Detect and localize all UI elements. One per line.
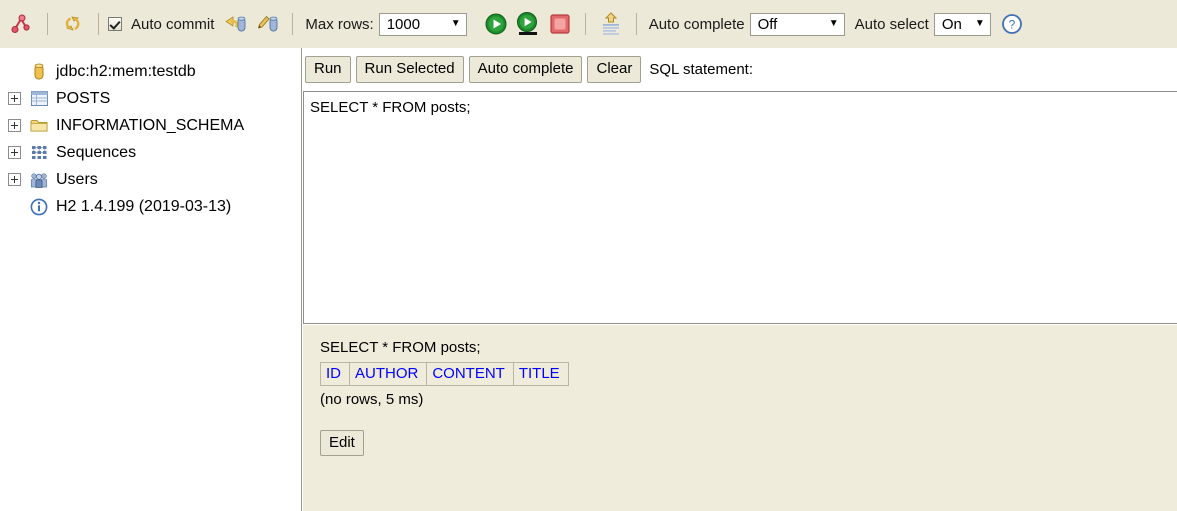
sidebar-item-information-schema[interactable]: INFORMATION_SCHEMA: [8, 112, 301, 139]
toolbar-separator: [635, 13, 637, 35]
help-icon[interactable]: ?: [999, 11, 1025, 37]
toolbar-separator: [292, 13, 294, 35]
column-header-id[interactable]: ID: [320, 362, 350, 386]
run-selected-button[interactable]: Run Selected: [355, 56, 464, 83]
table-header-row: ID AUTHOR CONTENT TITLE: [320, 362, 569, 386]
auto-complete-button[interactable]: Auto complete: [468, 56, 583, 83]
database-icon: [30, 63, 48, 81]
sql-statement-label: SQL statement:: [649, 61, 754, 78]
sidebar-item-label: POSTS: [56, 89, 111, 107]
users-icon: [30, 171, 48, 189]
svg-text:?: ?: [1008, 18, 1015, 32]
commit-icon[interactable]: [254, 11, 280, 37]
toolbar-separator: [98, 13, 99, 35]
database-tree-panel: jdbc:h2:mem:testdb POSTS INFORMATION_SCH…: [0, 48, 302, 511]
sidebar-item-users[interactable]: Users: [8, 166, 301, 193]
auto-commit-checkbox[interactable]: [108, 17, 122, 31]
folder-icon: [30, 117, 48, 135]
sidebar-item-label: INFORMATION_SCHEMA: [56, 116, 245, 134]
sidebar-item-version-info[interactable]: H2 1.4.199 (2019-03-13): [8, 193, 301, 220]
refresh-icon[interactable]: [60, 11, 86, 37]
run-icon[interactable]: [483, 11, 509, 37]
column-header-title[interactable]: TITLE: [512, 362, 569, 386]
sidebar-item-label: jdbc:h2:mem:testdb: [56, 62, 196, 80]
clear-button[interactable]: Clear: [587, 56, 642, 83]
auto-select-value: On: [941, 15, 962, 33]
auto-complete-label: Auto complete: [648, 15, 745, 33]
sidebar-item-label: H2 1.4.199 (2019-03-13): [56, 197, 232, 215]
toolbar-separator: [47, 13, 48, 35]
sequences-icon: [30, 144, 48, 162]
stop-icon[interactable]: [547, 11, 573, 37]
expand-icon[interactable]: [8, 119, 21, 132]
toolbar-separator: [584, 13, 586, 35]
auto-complete-value: Off: [757, 15, 778, 33]
run-button[interactable]: Run: [305, 56, 351, 83]
sidebar-item-connection[interactable]: jdbc:h2:mem:testdb: [8, 58, 301, 85]
auto-commit-label: Auto commit: [131, 15, 215, 33]
auto-complete-select[interactable]: Off ▼: [749, 12, 845, 36]
sql-editor-textarea[interactable]: [303, 91, 1177, 324]
results-panel: SELECT * FROM posts; ID AUTHOR CONTENT T…: [303, 325, 1177, 511]
result-status-text: (no rows, 5 ms): [320, 391, 424, 408]
show-hide-tree-icon[interactable]: [598, 11, 624, 37]
h2-console-window: Auto commit Max rows: 1000 ▼ Auto comple…: [0, 0, 1177, 511]
result-table: ID AUTHOR CONTENT TITLE: [320, 362, 569, 386]
column-header-content[interactable]: CONTENT: [426, 362, 514, 386]
max-rows-value: 1000: [386, 15, 421, 33]
sidebar-item-label: Users: [56, 170, 98, 188]
top-toolbar: Auto commit Max rows: 1000 ▼ Auto comple…: [0, 0, 1177, 48]
column-header-author[interactable]: AUTHOR: [348, 362, 428, 386]
max-rows-label: Max rows:: [305, 15, 374, 33]
table-icon: [30, 90, 48, 108]
chevron-down-icon: ▼: [828, 18, 839, 29]
disconnect-icon[interactable]: [9, 11, 35, 37]
sql-main-panel: Run Run Selected Auto complete Clear SQL…: [303, 48, 1177, 511]
run-selected-icon[interactable]: [515, 11, 541, 37]
auto-select-label: Auto select: [854, 15, 929, 33]
sidebar-item-label: Sequences: [56, 143, 137, 161]
auto-select-select[interactable]: On ▼: [933, 12, 991, 36]
executed-query-text: SELECT * FROM posts;: [320, 339, 481, 356]
sidebar-item-posts[interactable]: POSTS: [8, 85, 301, 112]
chevron-down-icon: ▼: [450, 18, 461, 29]
info-icon: [30, 198, 48, 216]
expand-icon[interactable]: [8, 173, 21, 186]
expand-icon[interactable]: [8, 146, 21, 159]
sidebar-item-sequences[interactable]: Sequences: [8, 139, 301, 166]
chevron-down-icon: ▼: [974, 18, 985, 29]
expand-icon[interactable]: [8, 92, 21, 105]
sql-button-bar: Run Run Selected Auto complete Clear SQL…: [303, 48, 1177, 83]
edit-button-wrapper: Edit: [320, 430, 1177, 457]
max-rows-select[interactable]: 1000 ▼: [378, 12, 467, 36]
rollback-icon[interactable]: [222, 11, 248, 37]
edit-button[interactable]: Edit: [320, 430, 364, 457]
